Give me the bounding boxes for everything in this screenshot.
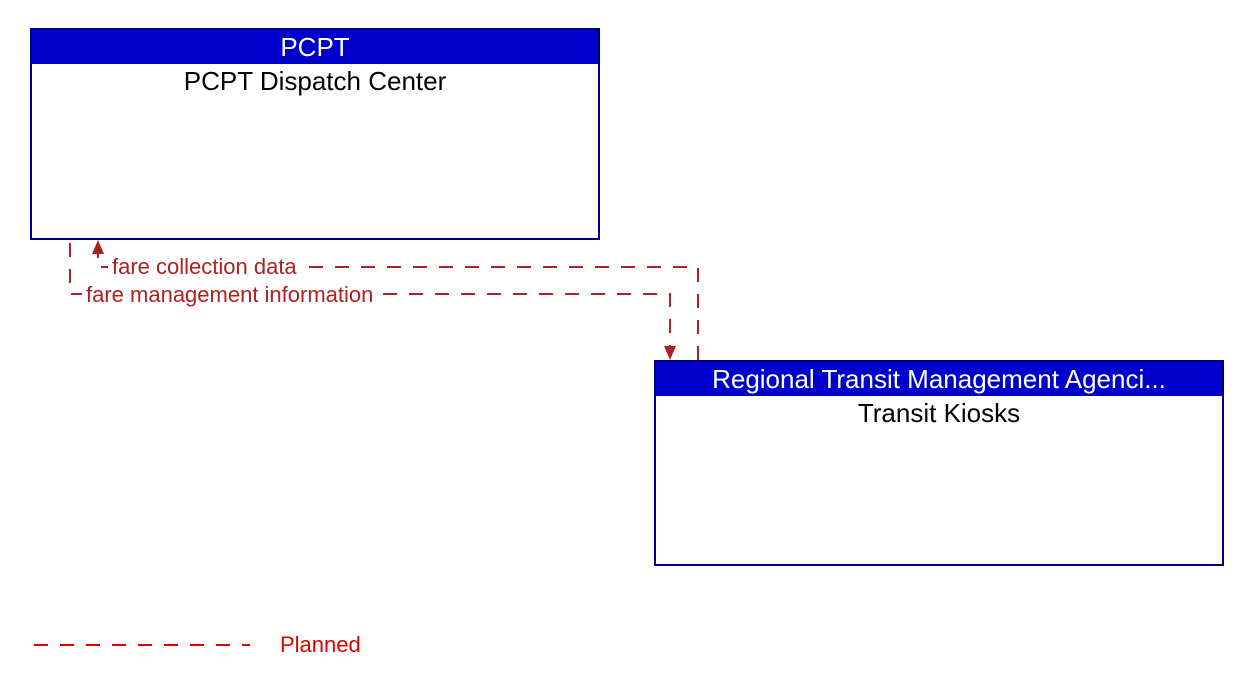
node-pcpt: PCPT PCPT Dispatch Center bbox=[30, 28, 600, 240]
flow-fare-collection-arrow bbox=[92, 240, 104, 254]
node-pcpt-header: PCPT bbox=[32, 30, 598, 64]
node-kiosks: Regional Transit Management Agenci... Tr… bbox=[654, 360, 1224, 566]
node-kiosks-header: Regional Transit Management Agenci... bbox=[656, 362, 1222, 396]
node-kiosks-body: Transit Kiosks bbox=[656, 396, 1222, 429]
flow-fare-management-label: fare management information bbox=[82, 282, 377, 308]
flow-fare-collection-label: fare collection data bbox=[108, 254, 301, 280]
flow-fare-management-arrow bbox=[664, 346, 676, 360]
legend-planned-label: Planned bbox=[280, 632, 361, 658]
node-pcpt-body: PCPT Dispatch Center bbox=[32, 64, 598, 97]
